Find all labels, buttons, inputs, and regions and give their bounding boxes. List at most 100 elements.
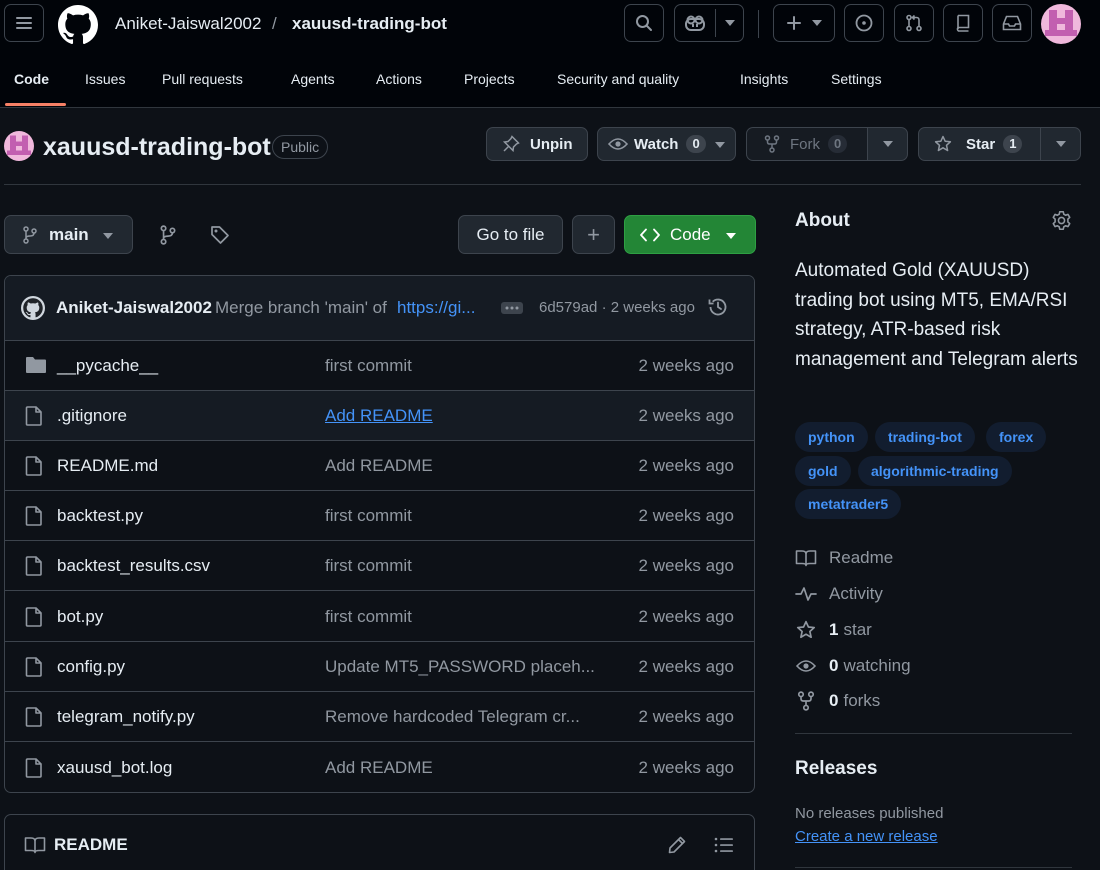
watch-button[interactable]: Watch 0 — [597, 127, 736, 161]
file-time: 2 weeks ago — [638, 657, 734, 676]
commit-message-link[interactable]: https://gi... — [397, 296, 475, 320]
tab-agents[interactable]: Agents — [291, 66, 335, 92]
hamburger-icon — [16, 17, 32, 29]
file-name[interactable]: xauusd_bot.log — [57, 756, 172, 780]
star-dropdown-button[interactable] — [1040, 127, 1081, 161]
tab-code[interactable]: Code — [14, 66, 49, 92]
tab-actions[interactable]: Actions — [376, 66, 422, 92]
git-branch-icon — [160, 225, 176, 245]
commit-hash-time[interactable]: 6d579ad · 2 weeks ago — [539, 298, 695, 318]
pencil-icon — [668, 836, 686, 854]
readme-link-label: Readme — [829, 548, 894, 567]
topic-tag[interactable]: forex — [986, 422, 1047, 452]
commit-message[interactable]: Merge branch 'main' of — [215, 296, 387, 320]
readme-link[interactable]: Readme — [795, 546, 893, 570]
star-button[interactable]: Star 1 — [918, 127, 1041, 161]
readme-outline-button[interactable] — [714, 836, 734, 854]
file-commit-message[interactable]: first commit — [325, 554, 412, 578]
chevron-down-icon — [1055, 141, 1066, 147]
branches-link[interactable] — [160, 225, 176, 245]
file-commit-message[interactable]: Add README — [325, 404, 433, 428]
commit-author[interactable]: Aniket-Jaiswal2002 — [56, 296, 212, 320]
menu-button[interactable] — [4, 4, 44, 42]
user-avatar[interactable] — [1041, 4, 1081, 44]
file-name[interactable]: README.md — [57, 454, 158, 478]
table-row[interactable]: xauusd_bot.log Add README 2 weeks ago — [5, 743, 754, 792]
copilot-button[interactable] — [674, 4, 744, 42]
tags-link[interactable] — [210, 225, 230, 245]
file-commit-message[interactable]: Add README — [325, 756, 433, 780]
file-commit-message[interactable]: first commit — [325, 504, 412, 528]
tab-insights[interactable]: Insights — [740, 66, 788, 92]
readme-title[interactable]: README — [54, 833, 128, 857]
edit-readme-button[interactable] — [667, 835, 687, 855]
book-icon — [24, 837, 46, 854]
file-commit-message[interactable]: Update MT5_PASSWORD placeh... — [325, 655, 595, 679]
watchers-link[interactable]: 0 watching — [795, 654, 911, 678]
inbox-button[interactable] — [992, 4, 1032, 42]
add-file-button[interactable]: + — [572, 215, 615, 254]
file-name[interactable]: telegram_notify.py — [57, 705, 195, 729]
file-name[interactable]: bot.py — [57, 605, 103, 629]
table-row[interactable]: README.md Add README 2 weeks ago — [5, 441, 754, 491]
search-button[interactable] — [624, 4, 664, 42]
table-row[interactable]: config.py Update MT5_PASSWORD placeh... … — [5, 642, 754, 692]
file-commit-message[interactable]: Add README — [325, 454, 433, 478]
breadcrumb-repo[interactable]: xauusd-trading-bot — [292, 12, 447, 36]
topic-tag[interactable]: gold — [795, 456, 851, 486]
commit-history-button[interactable] — [707, 296, 729, 318]
github-logo-icon[interactable] — [58, 5, 98, 45]
file-time: 2 weeks ago — [638, 758, 734, 777]
commit-author-avatar[interactable] — [21, 296, 45, 320]
tab-issues[interactable]: Issues — [85, 66, 125, 92]
file-name[interactable]: backtest.py — [57, 504, 143, 528]
unpin-button[interactable]: Unpin — [486, 127, 588, 161]
code-button[interactable]: Code — [624, 215, 756, 254]
go-to-file-button[interactable]: Go to file — [458, 215, 563, 254]
tag-icon — [211, 226, 229, 244]
fork-button[interactable]: Fork 0 — [746, 127, 868, 161]
topic-tag[interactable]: trading-bot — [875, 422, 975, 452]
file-name[interactable]: .gitignore — [57, 404, 127, 428]
create-release-link[interactable]: Create a new release — [795, 827, 938, 847]
breadcrumb-owner[interactable]: Aniket-Jaiswal2002 — [115, 12, 261, 36]
topic-tag[interactable]: metatrader5 — [795, 489, 902, 519]
edit-about-button[interactable] — [1051, 210, 1072, 231]
stars-link[interactable]: 1 star — [795, 618, 872, 642]
fork-dropdown-button[interactable] — [867, 127, 908, 161]
issues-button[interactable] — [844, 4, 884, 42]
topic-tag[interactable]: python — [795, 422, 868, 452]
commit-expand-button[interactable] — [501, 302, 523, 314]
table-row[interactable]: bot.py first commit 2 weeks ago — [5, 592, 754, 642]
forks-label: forks — [843, 691, 881, 710]
file-name[interactable]: backtest_results.csv — [57, 554, 210, 578]
create-new-button[interactable] — [773, 4, 835, 42]
file-commit-message[interactable]: first commit — [325, 354, 412, 378]
branch-selector[interactable]: main — [4, 215, 133, 254]
tab-security[interactable]: Security and quality — [557, 66, 679, 92]
repositories-button[interactable] — [943, 4, 983, 42]
file-name[interactable]: config.py — [57, 655, 125, 679]
file-commit-message[interactable]: Remove hardcoded Telegram cr... — [325, 705, 580, 729]
topic-tag[interactable]: algorithmic-trading — [858, 456, 1012, 486]
table-row[interactable]: .gitignore Add README 2 weeks ago — [5, 391, 754, 441]
tab-projects[interactable]: Projects — [464, 66, 515, 92]
list-unordered-icon — [714, 837, 733, 853]
forks-link[interactable]: 0 forks — [795, 689, 880, 713]
table-row[interactable]: backtest.py first commit 2 weeks ago — [5, 491, 754, 541]
table-row[interactable]: backtest_results.csv first commit 2 week… — [5, 541, 754, 591]
file-time: 2 weeks ago — [638, 456, 734, 475]
releases-heading[interactable]: Releases — [795, 757, 877, 781]
tab-settings[interactable]: Settings — [831, 66, 882, 92]
table-row[interactable]: __pycache__ first commit 2 weeks ago — [5, 341, 754, 391]
file-name[interactable]: __pycache__ — [57, 354, 158, 378]
table-row[interactable]: telegram_notify.py Remove hardcoded Tele… — [5, 692, 754, 742]
go-to-file-label: Go to file — [476, 224, 545, 244]
activity-link[interactable]: Activity — [795, 582, 883, 606]
file-commit-message[interactable]: first commit — [325, 605, 412, 629]
tab-pull-requests[interactable]: Pull requests — [162, 66, 243, 92]
top-bar: Aniket-Jaiswal2002 / xauusd-trading-bot … — [0, 0, 1100, 108]
pull-requests-button[interactable] — [894, 4, 934, 42]
stars-label: star — [843, 620, 872, 639]
repo-name[interactable]: xauusd-trading-bot — [43, 131, 271, 163]
